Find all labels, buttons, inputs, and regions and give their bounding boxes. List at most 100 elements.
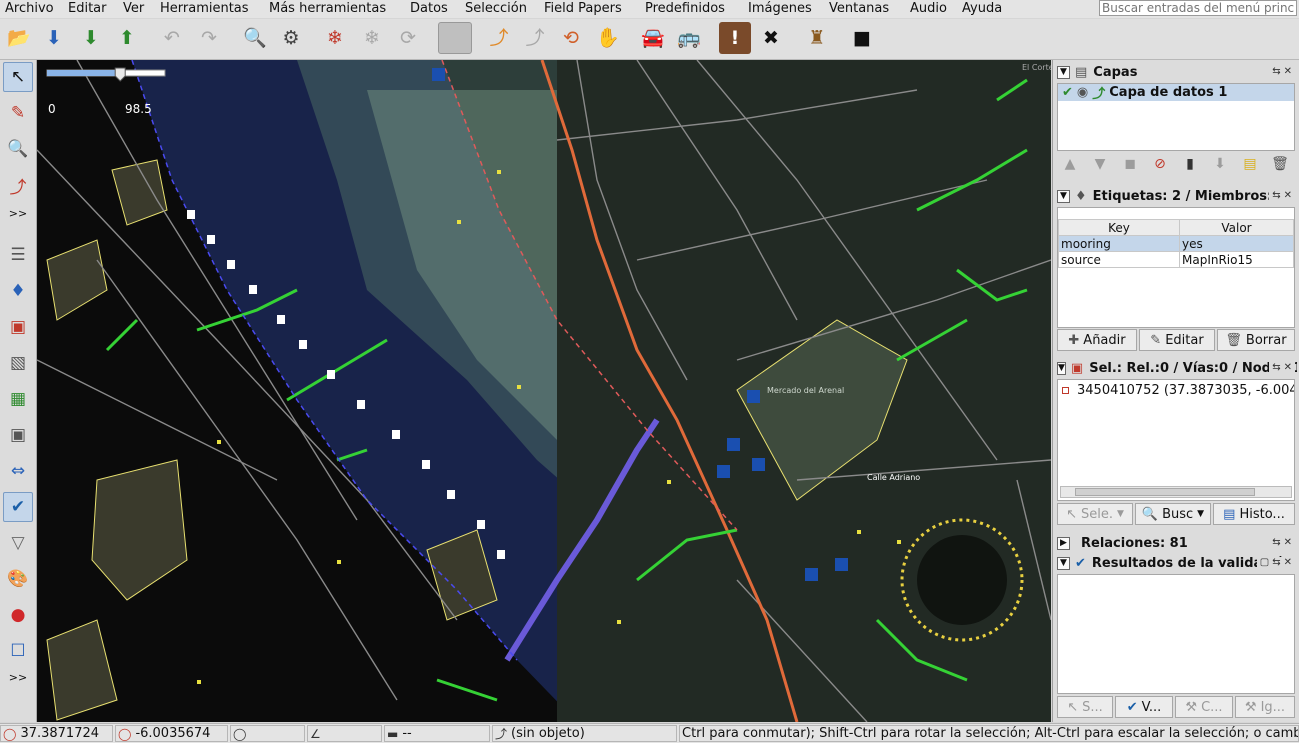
redo-icon[interactable]: ↷	[193, 22, 225, 54]
tags-column-key[interactable]: Key	[1058, 219, 1180, 236]
tags-column-value[interactable]: Valor	[1179, 219, 1294, 236]
warning-icon[interactable]: !	[719, 22, 751, 54]
layer-active-icon[interactable]: ✔	[1062, 85, 1073, 100]
validation-panel-header[interactable]: ▼ ✔ Resultados de la validación ▢⇆✕	[1057, 554, 1297, 572]
validation-select-button[interactable]: ↖ S...	[1057, 696, 1113, 718]
zoom-icon[interactable]: 🔍	[3, 134, 33, 164]
panel-controls-icon[interactable]: ⇆✕	[1269, 362, 1295, 373]
menu-audio[interactable]: Audio	[910, 1, 947, 16]
tags-icon[interactable]: ♦	[3, 276, 33, 306]
photos-icon[interactable]: ▣	[3, 420, 33, 450]
opacity-icon[interactable]: ▮	[1179, 153, 1201, 175]
undo-icon[interactable]: ↶	[156, 22, 188, 54]
collapse-toggle-icon[interactable]: ▼	[1057, 65, 1070, 79]
layer-item[interactable]: ✔ ◉ ⤴ Capa de datos 1	[1058, 84, 1294, 102]
combine-way-icon[interactable]: ❄	[319, 22, 351, 54]
panel-controls-icon[interactable]: ⇆✕	[1272, 66, 1295, 77]
map-view[interactable]: Mercado del Arenal Calle Adriano El Cort…	[37, 60, 1051, 722]
refresh-icon[interactable]: ⟳	[392, 22, 424, 54]
menu-datos[interactable]: Datos	[410, 1, 448, 16]
split-way-icon[interactable]: ❄	[356, 22, 388, 54]
car-icon[interactable]: 🚘	[637, 22, 669, 54]
collapse-toggle-icon[interactable]: ▼	[1057, 361, 1066, 375]
layer-visible-icon[interactable]: ◉	[1077, 85, 1088, 100]
table-row[interactable]: mooring yes	[1058, 235, 1294, 252]
history-button[interactable]: ▤ Histo...	[1213, 503, 1295, 525]
bus-icon[interactable]: 🚌	[673, 22, 705, 54]
menu-imagenes[interactable]: Imágenes	[748, 1, 812, 16]
layer-info-icon[interactable]: ▤	[1239, 153, 1261, 175]
tag-key[interactable]: mooring	[1058, 235, 1180, 252]
collapse-toggle-icon[interactable]: ▼	[1057, 189, 1070, 203]
draw-line-icon[interactable]: ✎	[3, 98, 33, 128]
menu-field-papers[interactable]: Field Papers	[544, 1, 622, 16]
castle-icon[interactable]: ♜	[801, 22, 833, 54]
horizontal-scrollbar[interactable]	[1060, 486, 1292, 498]
collapse-toggle-icon[interactable]: ▼	[1057, 556, 1070, 570]
tag-value[interactable]: yes	[1179, 235, 1294, 252]
tag-key[interactable]: source	[1058, 251, 1180, 268]
selection-list-icon[interactable]: ▣	[3, 312, 33, 342]
notes-icon[interactable]: ●	[3, 600, 33, 630]
menu-ventanas[interactable]: Ventanas	[829, 1, 889, 16]
map-canvas[interactable]: Mercado del Arenal Calle Adriano El Cort…	[37, 60, 1051, 722]
relations-panel-header[interactable]: ▶ Relaciones: 81 ⇆✕	[1057, 534, 1297, 552]
menu-archivo[interactable]: Archivo	[5, 1, 54, 16]
minimap-icon[interactable]: ☐	[3, 636, 33, 666]
toggle-visibility-icon[interactable]: ⊘	[1149, 153, 1171, 175]
menu-seleccion[interactable]: Selección	[465, 1, 527, 16]
menu-mas-herramientas[interactable]: Más herramientas	[269, 1, 386, 16]
hand-tool-icon[interactable]: ✋	[592, 22, 624, 54]
menu-herramientas[interactable]: Herramientas	[160, 1, 249, 16]
fix-button[interactable]: ⚒ C...	[1175, 696, 1233, 718]
menu-search-input[interactable]	[1099, 0, 1297, 16]
expand-toggle-icon[interactable]: ▶	[1057, 536, 1070, 550]
conflicts-icon[interactable]: ⇔	[3, 456, 33, 486]
selection-panel-header[interactable]: ▼ ▣ Sel.: Rel.:0 / Vías:0 / Nodos:1 ⇆✕	[1057, 359, 1297, 377]
mapcss-icon[interactable]: ⤴	[483, 22, 515, 54]
menu-ayuda[interactable]: Ayuda	[962, 1, 1002, 16]
select-button[interactable]: ↖ Sele. ▼	[1057, 503, 1133, 525]
ignore-button[interactable]: ⚒ Ig...	[1235, 696, 1295, 718]
tag-value[interactable]: MapInRio15	[1179, 251, 1294, 268]
more-icon[interactable]: >>	[3, 670, 33, 684]
menu-editar[interactable]: Editar	[68, 1, 107, 16]
upload-data-icon[interactable]: ⬆	[111, 22, 143, 54]
more-icon[interactable]: >>	[3, 206, 33, 220]
select-icon[interactable]: ↖	[3, 62, 33, 92]
filter-icon[interactable]: ▽	[3, 528, 33, 558]
add-tag-button[interactable]: ✚ Añadir	[1057, 329, 1137, 351]
commands-icon[interactable]: ▦	[3, 384, 33, 414]
factory-icon[interactable]: ■	[846, 22, 878, 54]
delete-layer-icon[interactable]: 🗑	[1269, 153, 1291, 175]
merge-layer-icon[interactable]: ◼	[1119, 153, 1141, 175]
panel-controls-icon[interactable]: ⇆✕	[1269, 190, 1295, 201]
highway-icon[interactable]: ⟲	[555, 22, 587, 54]
delete-tag-button[interactable]: 🗑 Borrar	[1217, 329, 1295, 351]
layers-panel-header[interactable]: ▼ ▤ Capas ⇆✕	[1057, 63, 1297, 81]
table-row[interactable]: source MapInRio15	[1058, 251, 1294, 268]
panel-controls-icon[interactable]: ⇆✕	[1272, 537, 1295, 548]
layers-icon[interactable]: ☰	[3, 240, 33, 270]
open-file-icon[interactable]: 📂	[3, 22, 35, 54]
tags-panel-header[interactable]: ▼ ♦ Etiquetas: 2 / Miembros: 0 ⇆✕	[1057, 187, 1297, 205]
list-item[interactable]: 3450410752 (37.3873035, -6.0045	[1062, 383, 1294, 398]
menu-predefinidos[interactable]: Predefinidos	[645, 1, 725, 16]
menu-ver[interactable]: Ver	[123, 1, 144, 16]
move-down-icon[interactable]: ▼	[1089, 153, 1111, 175]
edit-tag-button[interactable]: ✎ Editar	[1139, 329, 1215, 351]
improve-way-icon[interactable]: ⤴	[3, 170, 33, 200]
download-data-icon[interactable]: ⬇	[38, 22, 70, 54]
node-split-icon[interactable]: ⤴	[519, 22, 551, 54]
validation-icon[interactable]: ✔	[3, 492, 33, 522]
download-area-icon[interactable]: ⬇	[75, 22, 107, 54]
panel-controls-icon[interactable]: ▢⇆✕	[1256, 557, 1295, 568]
download-layer-icon[interactable]: ⬇	[1209, 153, 1231, 175]
mappaint-icon[interactable]: 🎨	[3, 564, 33, 594]
relations-icon[interactable]: ▧	[3, 348, 33, 378]
zoom-preferences-icon[interactable]: 🔍	[239, 22, 271, 54]
move-up-icon[interactable]: ▲	[1059, 153, 1081, 175]
presets-icon[interactable]: ⚙	[275, 22, 307, 54]
cross-tools-icon[interactable]: ✖	[755, 22, 787, 54]
search-button[interactable]: 🔍 Busc ▼	[1135, 503, 1211, 525]
